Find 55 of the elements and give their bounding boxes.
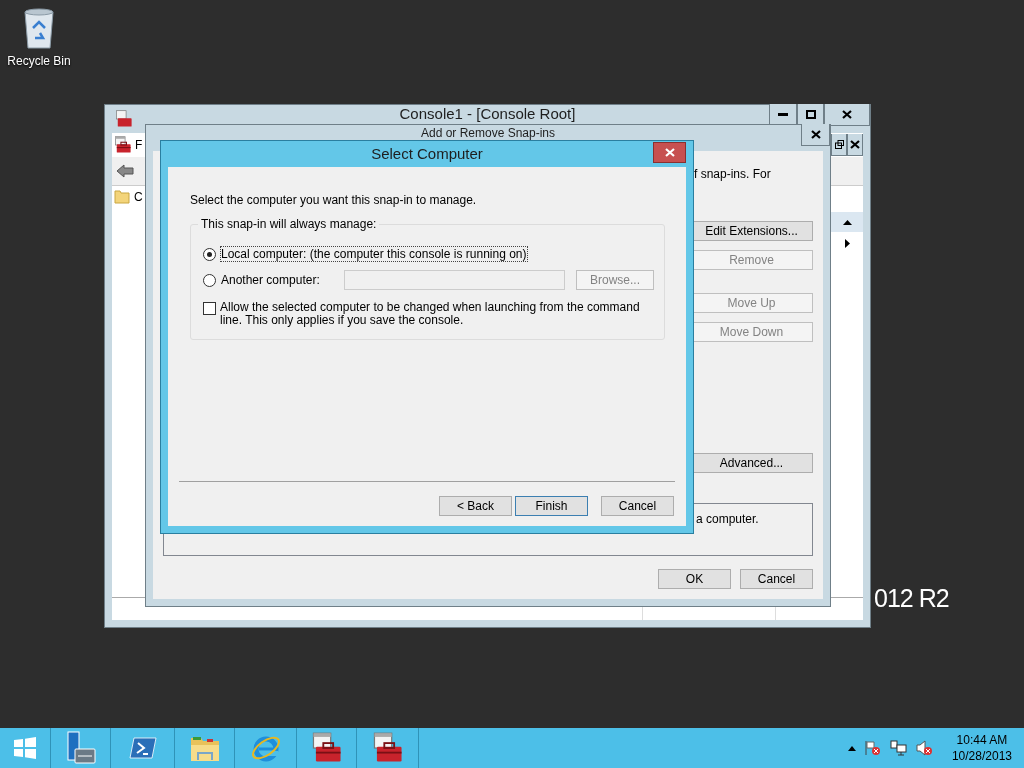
radio-label[interactable]: Local computer: (the computer this console is running on) xyxy=(220,246,528,262)
radio-button[interactable] xyxy=(203,273,216,287)
os-branding-text: 012 R2 xyxy=(874,584,949,613)
close-button[interactable] xyxy=(653,142,686,163)
show-hidden-icons-icon[interactable] xyxy=(847,745,856,751)
prompt-text: Select the computer you want this snap-in to manage. xyxy=(190,193,478,207)
minimize-icon xyxy=(778,113,788,116)
maximize-button[interactable] xyxy=(797,104,824,126)
terminal-icon xyxy=(128,736,157,760)
recycle-bin-icon[interactable] xyxy=(21,6,57,50)
network-icon[interactable] xyxy=(889,740,908,756)
toolbox-icon xyxy=(371,732,404,764)
info-text: a computer. xyxy=(696,512,760,528)
radio-button[interactable] xyxy=(203,247,216,261)
collapse-arrow-icon xyxy=(842,219,852,225)
toolbox-icon xyxy=(115,110,133,128)
dialog-button[interactable]: Finish xyxy=(515,496,588,516)
desktop-icon-label[interactable]: Recycle Bin xyxy=(7,54,71,68)
close-button[interactable] xyxy=(824,104,870,126)
radio-label[interactable]: Another computer: xyxy=(220,272,331,288)
close-button[interactable] xyxy=(801,124,830,146)
actions-header[interactable] xyxy=(831,212,863,232)
folder-icon xyxy=(114,190,130,204)
clock[interactable]: 10:44 AM 10/28/2013 xyxy=(951,732,1012,764)
restore-icon xyxy=(834,140,844,149)
close-button[interactable] xyxy=(847,134,863,156)
dialog-button[interactable]: Cancel xyxy=(601,496,674,516)
back-arrow-icon[interactable] xyxy=(116,164,134,178)
close-icon xyxy=(810,130,821,139)
expand-arrow-icon[interactable] xyxy=(844,238,850,248)
cancel-button[interactable]: Cancel xyxy=(740,569,813,589)
description-text: f snap-ins. For xyxy=(694,167,772,183)
clock-date: 10/28/2013 xyxy=(951,748,1012,764)
window-title: Add or Remove Snap-ins xyxy=(420,126,556,141)
maximize-icon xyxy=(805,110,816,119)
tree-item[interactable]: C xyxy=(134,190,143,204)
minimize-button[interactable] xyxy=(769,104,797,126)
checkbox-label[interactable]: Allow the selected computer to be changed when launching from the command line. This only applies if you save the console. xyxy=(220,301,645,327)
clock-time: 10:44 AM xyxy=(956,732,1008,748)
toolbox-icon xyxy=(310,732,343,764)
restore-button[interactable] xyxy=(831,134,847,156)
menu-item[interactable]: F xyxy=(135,138,143,152)
dialog-button[interactable]: < Back xyxy=(439,496,512,516)
speaker-muted-icon[interactable] xyxy=(915,740,934,756)
close-icon xyxy=(850,140,860,149)
close-icon xyxy=(664,148,675,157)
windows-logo-icon xyxy=(13,736,37,760)
flag-error-icon[interactable] xyxy=(863,740,882,756)
window-title: Console1 - [Console Root] xyxy=(399,106,576,123)
close-icon xyxy=(842,110,852,119)
dialog-title: Select Computer xyxy=(371,145,483,163)
checkbox[interactable] xyxy=(203,302,216,315)
server-briefcase-icon xyxy=(64,731,97,765)
group-label: This snap-in will always manage: xyxy=(198,217,380,231)
ok-button[interactable]: OK xyxy=(658,569,731,589)
